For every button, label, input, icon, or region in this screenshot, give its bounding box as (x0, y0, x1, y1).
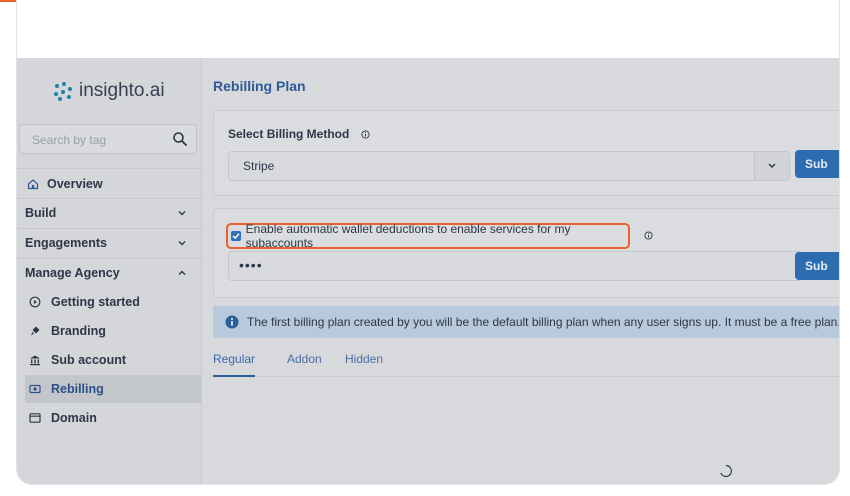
billing-submit-button[interactable]: Sub (795, 150, 839, 178)
sidebar-item-label: Overview (47, 177, 103, 191)
search-icon[interactable] (172, 131, 188, 147)
frame-header-blank (17, 0, 839, 58)
logo[interactable]: insighto.ai (53, 78, 165, 104)
sidebar-item-label: Branding (51, 324, 106, 338)
bank-icon (30, 355, 40, 366)
select-toggle[interactable] (754, 152, 789, 180)
sidebar-item-label: Engagements (25, 236, 107, 250)
chevron-down-icon (178, 241, 186, 246)
main-content: Rebilling Plan Select Billing Method Str… (201, 58, 839, 484)
wallet-deduction-toggle-row[interactable]: Enable automatic wallet deductions to en… (226, 222, 630, 250)
sidebar-item-build[interactable]: Build (17, 199, 201, 227)
billing-method-label-text: Select Billing Method (228, 127, 350, 141)
wallet-key-input[interactable]: •••• (228, 251, 802, 281)
tab-addon[interactable]: Addon (287, 352, 322, 375)
home-icon (27, 179, 39, 190)
sidebar-item-label: Rebilling (51, 382, 104, 396)
sidebar-item-overview[interactable]: Overview (17, 170, 201, 198)
brush-icon (31, 326, 40, 336)
wallet-submit-button[interactable]: Sub (795, 252, 839, 280)
page-title: Rebilling Plan (213, 78, 306, 94)
sidebar-item-rebilling[interactable]: Rebilling (25, 375, 201, 403)
tab-hidden[interactable]: Hidden (345, 352, 383, 375)
chevron-down-icon (178, 211, 186, 216)
sidebar-item-engagements[interactable]: Engagements (17, 229, 201, 257)
tab-regular[interactable]: Regular (213, 352, 256, 377)
sidebar-divider (17, 168, 201, 169)
sidebar-item-label: Build (25, 206, 57, 220)
plan-tabs: Regular Addon Hidden (213, 352, 839, 377)
search-input[interactable] (30, 125, 164, 155)
search-box (19, 124, 197, 155)
sidebar-item-label: Getting started (51, 295, 140, 309)
sidebar-item-domain[interactable]: Domain (25, 404, 201, 432)
logo-dots-icon (53, 81, 73, 101)
sidebar-item-label: Manage Agency (25, 266, 120, 280)
sidebar-item-label: Domain (51, 411, 97, 425)
chevron-down-icon (768, 163, 776, 169)
logo-text: insighto.ai (79, 80, 165, 101)
billing-method-card: Select Billing Method Stripe (213, 110, 839, 196)
masked-value: •••• (239, 257, 263, 273)
billing-method-value: Stripe (243, 159, 275, 173)
info-icon[interactable] (644, 231, 653, 240)
sidebar-item-label: Sub account (51, 353, 127, 367)
info-circle-icon (225, 315, 239, 329)
loading-spinner-icon (720, 464, 732, 478)
wallet-card: Enable automatic wallet deductions to en… (213, 208, 839, 298)
alert-text: The first billing plan created by you wi… (247, 315, 839, 329)
billing-icon (29, 384, 41, 394)
wallet-deduction-checkbox[interactable] (231, 231, 241, 241)
check-icon (232, 233, 240, 240)
sidebar-item-branding[interactable]: Branding (25, 317, 201, 345)
sidebar: insighto.ai Overview Build (17, 58, 202, 484)
window-icon (29, 413, 41, 423)
info-alert: The first billing plan created by you wi… (213, 306, 839, 338)
app-overlay: insighto.ai Overview Build (17, 58, 839, 484)
chevron-up-icon (178, 270, 186, 275)
sidebar-item-getting-started[interactable]: Getting started (25, 288, 201, 316)
billing-method-select[interactable]: Stripe (228, 151, 790, 181)
info-icon[interactable] (361, 130, 370, 139)
sidebar-item-manage-agency[interactable]: Manage Agency (17, 259, 201, 287)
billing-method-label: Select Billing Method (228, 127, 370, 141)
play-circle-icon (29, 296, 41, 308)
app-frame: insighto.ai Overview Build (16, 0, 840, 485)
wallet-deduction-label: Enable automatic wallet deductions to en… (245, 222, 571, 250)
sidebar-item-sub-account[interactable]: Sub account (25, 346, 201, 374)
